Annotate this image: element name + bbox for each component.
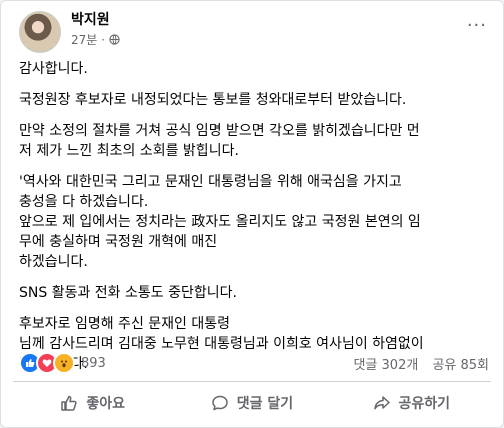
like-button[interactable]: 좋아요 — [13, 385, 172, 421]
wow-reaction-icon — [53, 352, 75, 374]
post-paragraph: 국정원장 후보자로 내정되었다는 통보를 청와대로부터 받았습니다. — [19, 92, 407, 108]
comment-button[interactable]: 댓글 달기 — [172, 385, 331, 421]
reaction-count: 893 — [81, 355, 106, 371]
post-card: 박지원 27분 · ··· 감사합니다. 국정원장 후보자로 내정되었다는 통보… — [0, 0, 504, 428]
thumbs-up-icon — [61, 395, 77, 411]
engagement-counts: 댓글 302개 공유 85회 — [343, 354, 489, 373]
more-options-icon[interactable]: ··· — [467, 15, 487, 36]
post-paragraph: 만약 소정의 절차를 거쳐 공식 임명 받으면 각오를 밝히겠습니다만 먼 저 … — [19, 123, 420, 159]
post-paragraph: 감사합니다. — [19, 61, 88, 77]
globe-icon — [109, 34, 120, 45]
comment-button-label: 댓글 달기 — [236, 396, 294, 412]
reactions-summary[interactable]: 893 — [19, 352, 106, 374]
post-header: 박지원 27분 · ··· — [19, 7, 491, 55]
comment-icon — [212, 395, 228, 411]
author-name[interactable]: 박지원 — [71, 9, 110, 29]
post-meta: 27분 · — [71, 31, 120, 48]
post-paragraph: '역사와 대한민국 그리고 문재인 대통령님을 위해 애국심을 가지고 충성을 … — [19, 174, 421, 270]
post-paragraph: SNS 활동과 전화 소통도 중단합니다. — [19, 285, 237, 301]
avatar[interactable] — [19, 11, 61, 53]
post-stats: 893 댓글 302개 공유 85회 — [19, 351, 489, 375]
divider — [13, 381, 491, 382]
comment-count[interactable]: 댓글 302개 — [353, 358, 418, 373]
share-button[interactable]: 공유하기 — [332, 385, 491, 421]
action-bar: 좋아요 댓글 달기 공유하기 — [13, 385, 491, 421]
share-count[interactable]: 공유 85회 — [432, 358, 489, 373]
post-time[interactable]: 27분 · — [71, 31, 105, 48]
like-button-label: 좋아요 — [86, 396, 125, 412]
share-icon — [373, 396, 390, 410]
post-body: 감사합니다. 국정원장 후보자로 내정되었다는 통보를 청와대로부터 받았습니다… — [19, 59, 489, 385]
share-button-label: 공유하기 — [398, 396, 451, 412]
